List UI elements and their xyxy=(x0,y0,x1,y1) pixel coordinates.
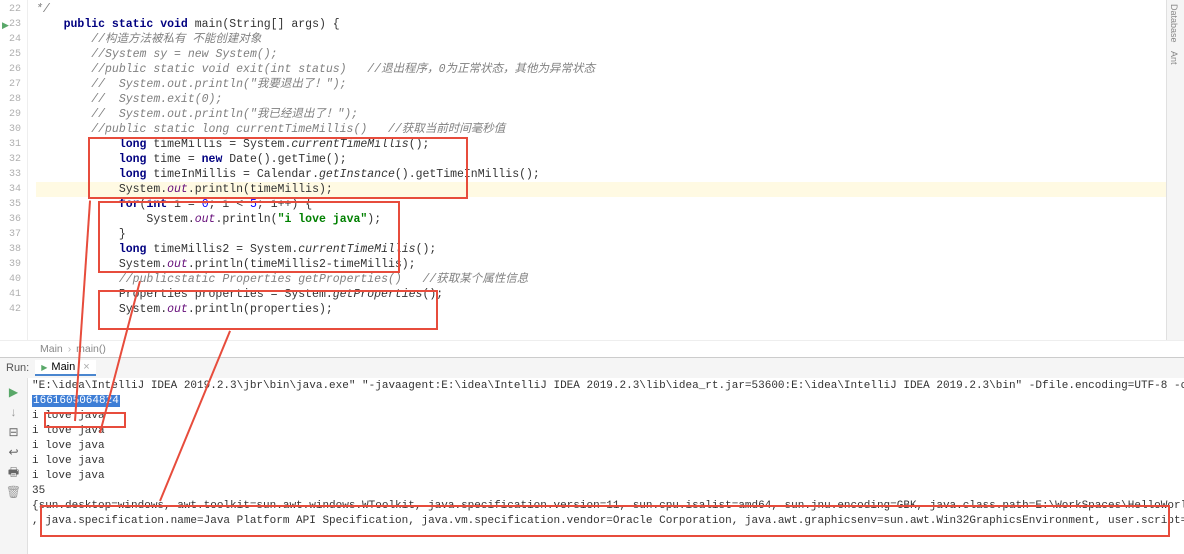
console-line: i love java xyxy=(32,454,1180,469)
console-cmd: "E:\idea\IntelliJ IDEA 2019.2.3\jbr\bin\… xyxy=(32,379,1180,394)
console-line: i love java xyxy=(32,469,1180,484)
console-line: i love java xyxy=(32,439,1180,454)
run-header: Run: ▶ Main × xyxy=(0,358,1184,378)
editor-area: 2223▶24252627282930313233343536373839404… xyxy=(0,0,1184,340)
rerun-button[interactable]: ▶ xyxy=(0,382,27,402)
ant-tool-tab[interactable]: Ant xyxy=(1167,47,1181,69)
console-line: i love java xyxy=(32,424,1180,439)
wrap-button[interactable]: ↩ xyxy=(0,442,27,462)
console-timestamp: 1661605064824 xyxy=(32,395,120,407)
close-icon[interactable]: × xyxy=(83,361,89,373)
layout-button[interactable]: ⊟ xyxy=(0,422,27,442)
run-tab-label: Main xyxy=(51,361,75,373)
console-line: i love java xyxy=(32,409,1180,424)
run-tab-icon: ▶ xyxy=(41,363,47,372)
run-toolbar: ▶ ↓ ⊟ ↩ 🖶 🗑 xyxy=(0,378,28,554)
breadcrumb-class[interactable]: Main xyxy=(40,343,63,355)
console-props2: , java.specification.name=Java Platform … xyxy=(32,514,1180,529)
print-button[interactable]: 🖶 xyxy=(0,462,27,482)
breadcrumb-sep: › xyxy=(68,343,72,355)
right-sidebar: Database Ant xyxy=(1166,0,1184,340)
code-editor[interactable]: */ public static void main(String[] args… xyxy=(28,0,1184,340)
stop-button[interactable]: ↓ xyxy=(0,402,27,422)
console-line: 35 xyxy=(32,484,1180,499)
console-output[interactable]: "E:\idea\IntelliJ IDEA 2019.2.3\jbr\bin\… xyxy=(28,378,1184,554)
console-props: {sun.desktop=windows, awt.toolkit=sun.aw… xyxy=(32,499,1180,514)
breadcrumb-method[interactable]: main() xyxy=(76,343,106,355)
run-panel: Run: ▶ Main × ▶ ↓ ⊟ ↩ 🖶 🗑 "E:\idea\Intel… xyxy=(0,357,1184,553)
run-tab[interactable]: ▶ Main × xyxy=(35,360,95,376)
breadcrumb-bar[interactable]: Main › main() xyxy=(0,340,1184,357)
trash-button[interactable]: 🗑 xyxy=(0,482,27,502)
database-tool-tab[interactable]: Database xyxy=(1167,0,1181,47)
line-gutter[interactable]: 2223▶24252627282930313233343536373839404… xyxy=(0,0,28,340)
run-label: Run: xyxy=(6,362,29,374)
